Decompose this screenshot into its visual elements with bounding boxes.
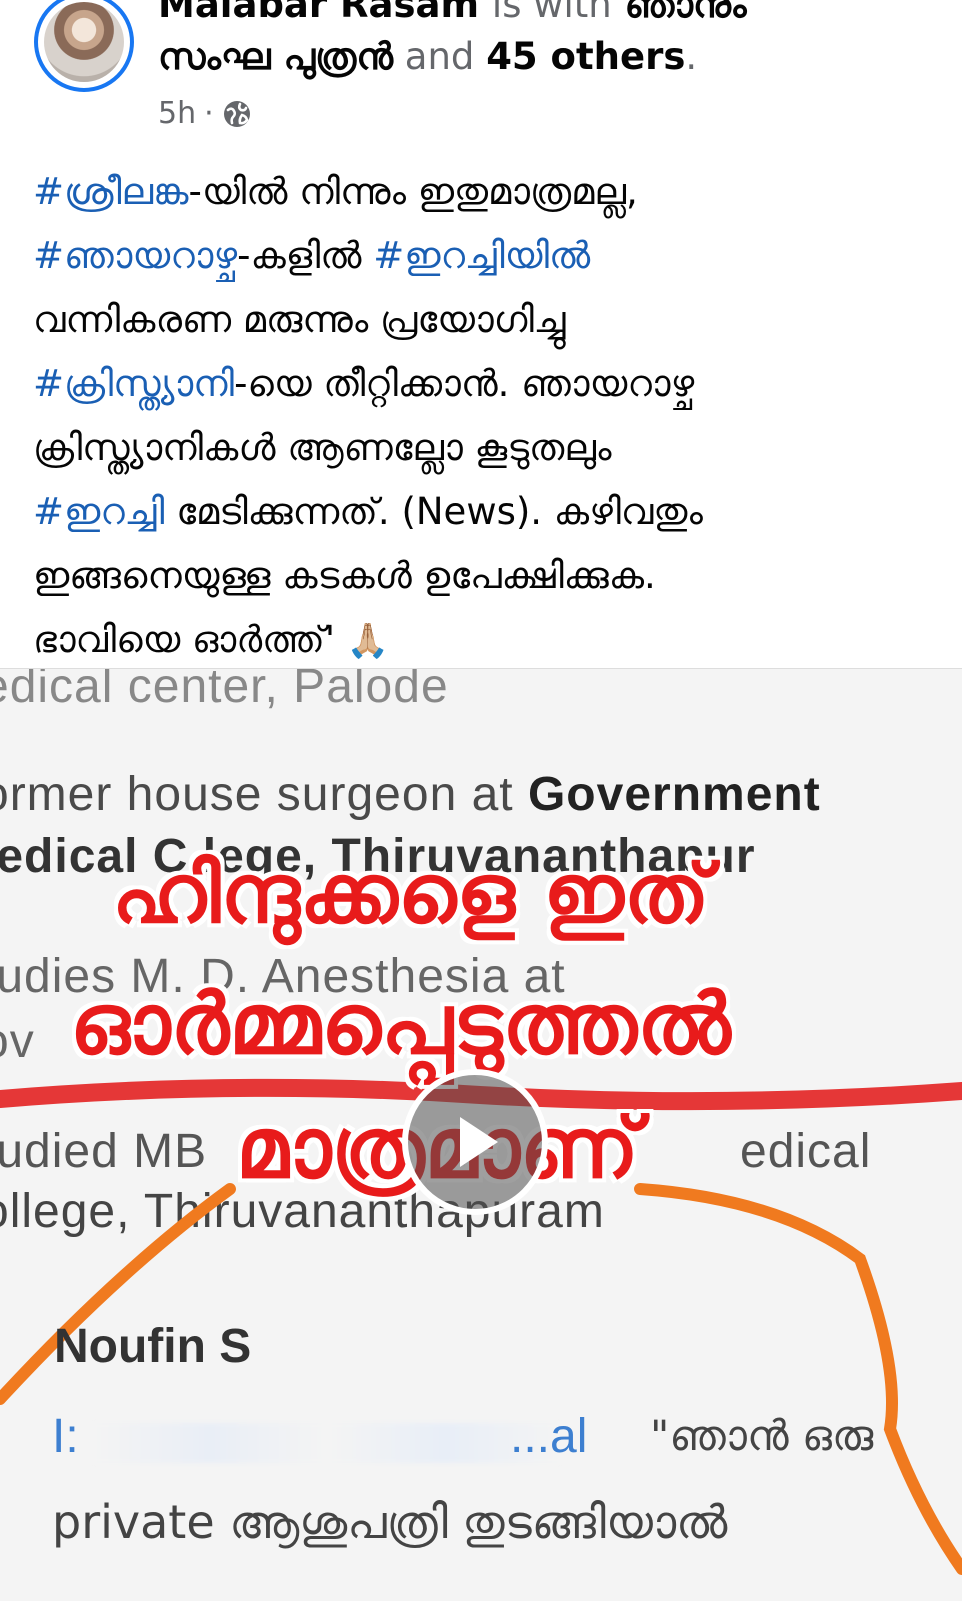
screenshot-text: private ആശുപത്രി തുടങ്ങിയാൽ [52, 1495, 728, 1549]
post-text: #ശ്രീലങ്ക-യിൽ നിന്നും ഇതുമാത്രമല്ല, #ഞായ… [33, 160, 933, 673]
video-thumbnail[interactable]: edical center, Palode ormer house surgeo… [0, 668, 962, 1601]
post-text-line: #ശ്രീലങ്ക-യിൽ നിന്നും ഇതുമാത്രമല്ല, [33, 160, 933, 224]
post-meta: 5h · [158, 94, 252, 134]
text-segment: Government [527, 768, 821, 821]
period: . [685, 35, 698, 78]
and-text: and [404, 35, 475, 78]
hashtag-srilanka[interactable]: #ശ്രീലങ്ക [33, 170, 188, 213]
folded-hands-icon: 🙏🏼 [346, 621, 390, 661]
hashtag-christian[interactable]: #ക്രിസ്ത്യാനി [33, 362, 234, 405]
post-text-line: #ക്രിസ്ത്യാനി-യെ തീറ്റിക്കാൻ. ഞായറാഴ്ച [33, 352, 933, 416]
text-segment: -യെ തീറ്റിക്കാൻ. ഞായറാഴ്ച [234, 362, 695, 405]
screenshot-text: "ഞാൻ ഒരു [650, 1411, 874, 1460]
play-icon [460, 1117, 498, 1167]
post-text-line: ഇങ്ങനെയുള്ള കടകൾ ഉപേക്ഷിക്കുക. [33, 554, 656, 597]
overlay-caption-line2: ഓർമ്മപ്പെടുത്തൽ [70, 975, 731, 1073]
post-time[interactable]: 5h [158, 94, 196, 134]
play-button[interactable] [402, 1069, 548, 1215]
blur-mask [92, 1423, 562, 1463]
tagged-user-first[interactable]: ഞാനും [625, 0, 747, 26]
post-header: Malabar Rasam is with ഞാനും സംഘ പുത്രൻ a… [0, 0, 962, 150]
tagged-line: സംഘ പുത്രൻ and 45 others. [158, 34, 697, 80]
hashtag-meat[interactable]: #ഇറച്ചി [33, 490, 164, 533]
meta-separator: · [204, 96, 214, 131]
post-text-line: ക്രിസ്ത്യാനികൾ ആണല്ലോ കൂടുതലും [33, 426, 612, 469]
screenshot-text: ov [0, 1015, 35, 1068]
screenshot-name: Noufin S [54, 1320, 252, 1373]
globe-icon[interactable] [222, 99, 252, 129]
text-segment: ...al [510, 1410, 588, 1463]
text-segment: I: [52, 1410, 79, 1463]
overlay-caption-line1: ഹിന്ദുക്കളെ ഇത് [112, 847, 710, 942]
post-text-line: ഭാവിയെ ഓർത്ത്' 🙏🏼 [33, 608, 933, 673]
post-text-line: വന്നികരണ മരുന്നും പ്രയോഗിച്ചു [33, 298, 566, 341]
avatar-image [44, 2, 124, 82]
text-segment: ormer house surgeon at [0, 768, 528, 821]
screenshot-text: edical center, Palode [0, 668, 449, 713]
blurred-link: I: ...al [52, 1409, 612, 1469]
text-segment: ഭാവിയെ ഓർത്ത്' [33, 618, 347, 661]
hashtag-sunday[interactable]: #ഞായറാഴ്ച [33, 234, 237, 277]
author-avatar[interactable] [34, 0, 134, 92]
text-segment: മേടിക്കുന്നത്. (News). കഴിവതും [164, 490, 703, 533]
is-with-text: is with [491, 0, 612, 26]
post-text-line: #ഞായറാഴ്ച-കളിൽ #ഇറച്ചിയിൽ [33, 224, 933, 288]
screenshot-text: ormer house surgeon at Government [0, 767, 821, 822]
text-segment: -യിൽ നിന്നും ഇതുമാത്രമല്ല, [188, 170, 638, 213]
author-name[interactable]: Malabar Rasam [158, 0, 479, 26]
others-link[interactable]: 45 others [486, 35, 685, 78]
text-segment: -കളിൽ [237, 234, 374, 277]
author-line: Malabar Rasam is with ഞാനും [158, 0, 747, 28]
tagged-user-second[interactable]: സംഘ പുത്രൻ [158, 35, 393, 78]
hashtag-meat-in[interactable]: #ഇറച്ചിയിൽ [373, 234, 590, 277]
post-text-line: #ഇറച്ചി മേടിക്കുന്നത്. (News). കഴിവതും [33, 480, 933, 544]
